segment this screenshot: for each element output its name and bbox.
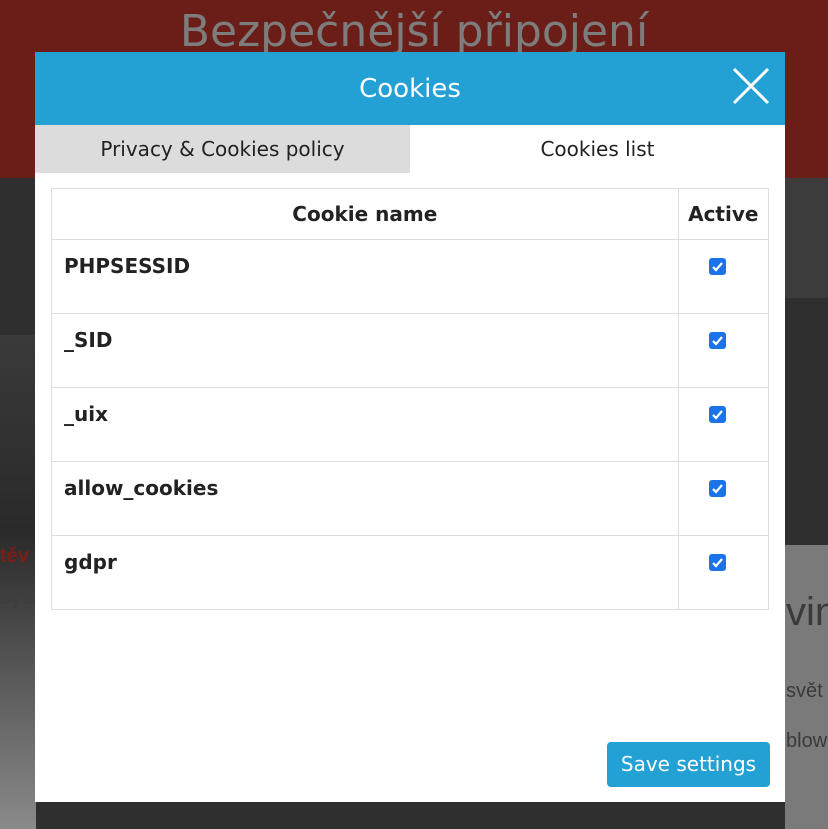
cookies-dialog: Cookies Privacy & Cookies policy Cookies… <box>35 52 785 802</box>
active-cell <box>677 387 770 462</box>
cookie-name: _SID <box>51 313 679 388</box>
close-icon <box>732 67 770 105</box>
checkmark-icon <box>712 410 723 420</box>
tab-privacy-policy[interactable]: Privacy & Cookies policy <box>35 125 410 173</box>
cookies-table: Cookie name Active PHPSESSID _SID _uix a… <box>51 188 770 610</box>
active-cell <box>677 313 770 388</box>
cookie-name: PHPSESSID <box>51 239 679 314</box>
tab-cookies-list[interactable]: Cookies list <box>410 125 785 173</box>
background-text: těv <box>0 545 29 567</box>
checkmark-icon <box>712 484 723 494</box>
background-image <box>0 335 36 829</box>
checkmark-icon <box>712 262 723 272</box>
table-row: allow_cookies <box>51 461 770 536</box>
close-button[interactable] <box>731 66 771 106</box>
table-row: _uix <box>51 387 770 462</box>
active-checkbox[interactable] <box>708 332 726 349</box>
active-cell <box>677 461 770 536</box>
checkmark-icon <box>712 336 723 346</box>
background-text: blow <box>786 730 828 752</box>
table-row: gdpr <box>51 535 770 610</box>
background-image <box>785 178 828 298</box>
column-header-active: Active <box>677 188 770 240</box>
background-title: Bezpečnější připojení <box>179 6 649 57</box>
cookie-name: gdpr <box>51 535 679 610</box>
checkmark-icon <box>712 558 723 568</box>
active-checkbox[interactable] <box>708 480 726 497</box>
active-checkbox[interactable] <box>708 406 726 423</box>
table-row: _SID <box>51 313 770 388</box>
active-cell <box>677 239 770 314</box>
tab-bar: Privacy & Cookies policy Cookies list <box>35 125 785 173</box>
cookie-name: allow_cookies <box>51 461 679 536</box>
save-settings-button[interactable]: Save settings <box>607 742 770 787</box>
cookie-name: _uix <box>51 387 679 462</box>
background-text: vin <box>786 590 828 634</box>
active-cell <box>677 535 770 610</box>
active-checkbox[interactable] <box>708 554 726 571</box>
column-header-cookie-name: Cookie name <box>51 188 679 240</box>
dialog-title: Cookies <box>359 74 461 104</box>
dialog-header: Cookies <box>35 52 785 125</box>
table-row: PHPSESSID <box>51 239 770 314</box>
background-text: svět <box>786 680 823 702</box>
table-header-row: Cookie name Active <box>51 188 770 240</box>
active-checkbox[interactable] <box>708 258 726 275</box>
